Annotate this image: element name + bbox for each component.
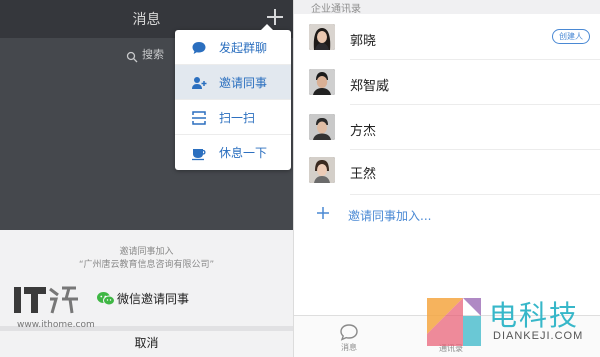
chat-bubble-icon	[191, 40, 207, 56]
search-placeholder: 搜索	[142, 48, 164, 61]
search-icon	[126, 48, 138, 63]
contact-row[interactable]: 方杰	[294, 112, 600, 152]
plus-icon	[316, 206, 330, 224]
tab-label: 消息	[341, 343, 357, 352]
scan-icon	[191, 110, 207, 126]
ithome-url: www.ithome.com	[17, 320, 95, 330]
menu-item-label: 休息一下	[219, 146, 268, 160]
row-divider	[350, 194, 600, 195]
section-header: 企业通讯录	[294, 0, 600, 15]
menu-item-invite-colleague[interactable]: 邀请同事	[175, 65, 291, 100]
menu-item-take-a-break[interactable]: 休息一下	[175, 135, 291, 170]
ithome-logo	[14, 285, 94, 315]
diankeji-text: 电科技	[489, 299, 580, 332]
header-title: 消息	[132, 12, 161, 28]
avatar	[309, 114, 335, 140]
contact-name: 郑智威	[350, 79, 390, 94]
plus-dropdown-menu: 发起群聊 邀请同事 扫一扫 休息一下	[175, 24, 291, 170]
contact-name: 郭晓	[350, 34, 377, 49]
contact-row[interactable]: 郑智威	[294, 67, 600, 107]
wechat-invite-option[interactable]: 微信邀请同事	[117, 290, 189, 307]
row-divider	[350, 149, 600, 150]
tab-messages[interactable]: 消息	[334, 321, 364, 357]
creator-badge: 创建人	[552, 29, 590, 44]
left-phone-screen: 消息 搜索 发起群聊 邀请同事 扫一扫 休息一下 邀请同事加入 “广州唐云教育信…	[0, 0, 293, 357]
row-divider	[350, 104, 600, 105]
contact-name: 方杰	[350, 124, 377, 139]
avatar	[309, 24, 335, 50]
search-bar[interactable]: 搜索	[8, 44, 183, 64]
chat-bubble-icon	[340, 324, 358, 341]
menu-item-label: 扫一扫	[219, 111, 256, 125]
row-divider	[350, 59, 600, 60]
wechat-icon[interactable]	[96, 291, 116, 307]
add-person-icon	[191, 75, 207, 91]
contact-row[interactable]: 郭晓 创建人	[294, 22, 600, 62]
menu-item-start-group-chat[interactable]: 发起群聊	[175, 30, 291, 65]
coffee-cup-icon	[191, 145, 207, 161]
menu-item-scan[interactable]: 扫一扫	[175, 100, 291, 135]
invite-colleague-link: 邀请同事加入...	[348, 209, 432, 223]
diankeji-url: DIANKEJI.COM	[493, 330, 584, 342]
cancel-button[interactable]: 取消	[0, 334, 293, 351]
share-sheet-company: “广州唐云教育信息咨询有限公司”	[78, 260, 215, 270]
avatar	[309, 157, 335, 183]
share-sheet-title: 邀请同事加入	[119, 247, 174, 257]
contact-name: 王然	[350, 167, 377, 182]
menu-item-label: 邀请同事	[219, 76, 268, 90]
avatar	[309, 69, 335, 95]
section-title: 企业通讯录	[311, 4, 361, 15]
invite-colleague-row[interactable]: 邀请同事加入...	[294, 199, 600, 231]
menu-item-label: 发起群聊	[219, 41, 268, 55]
contact-row[interactable]: 王然	[294, 155, 600, 195]
